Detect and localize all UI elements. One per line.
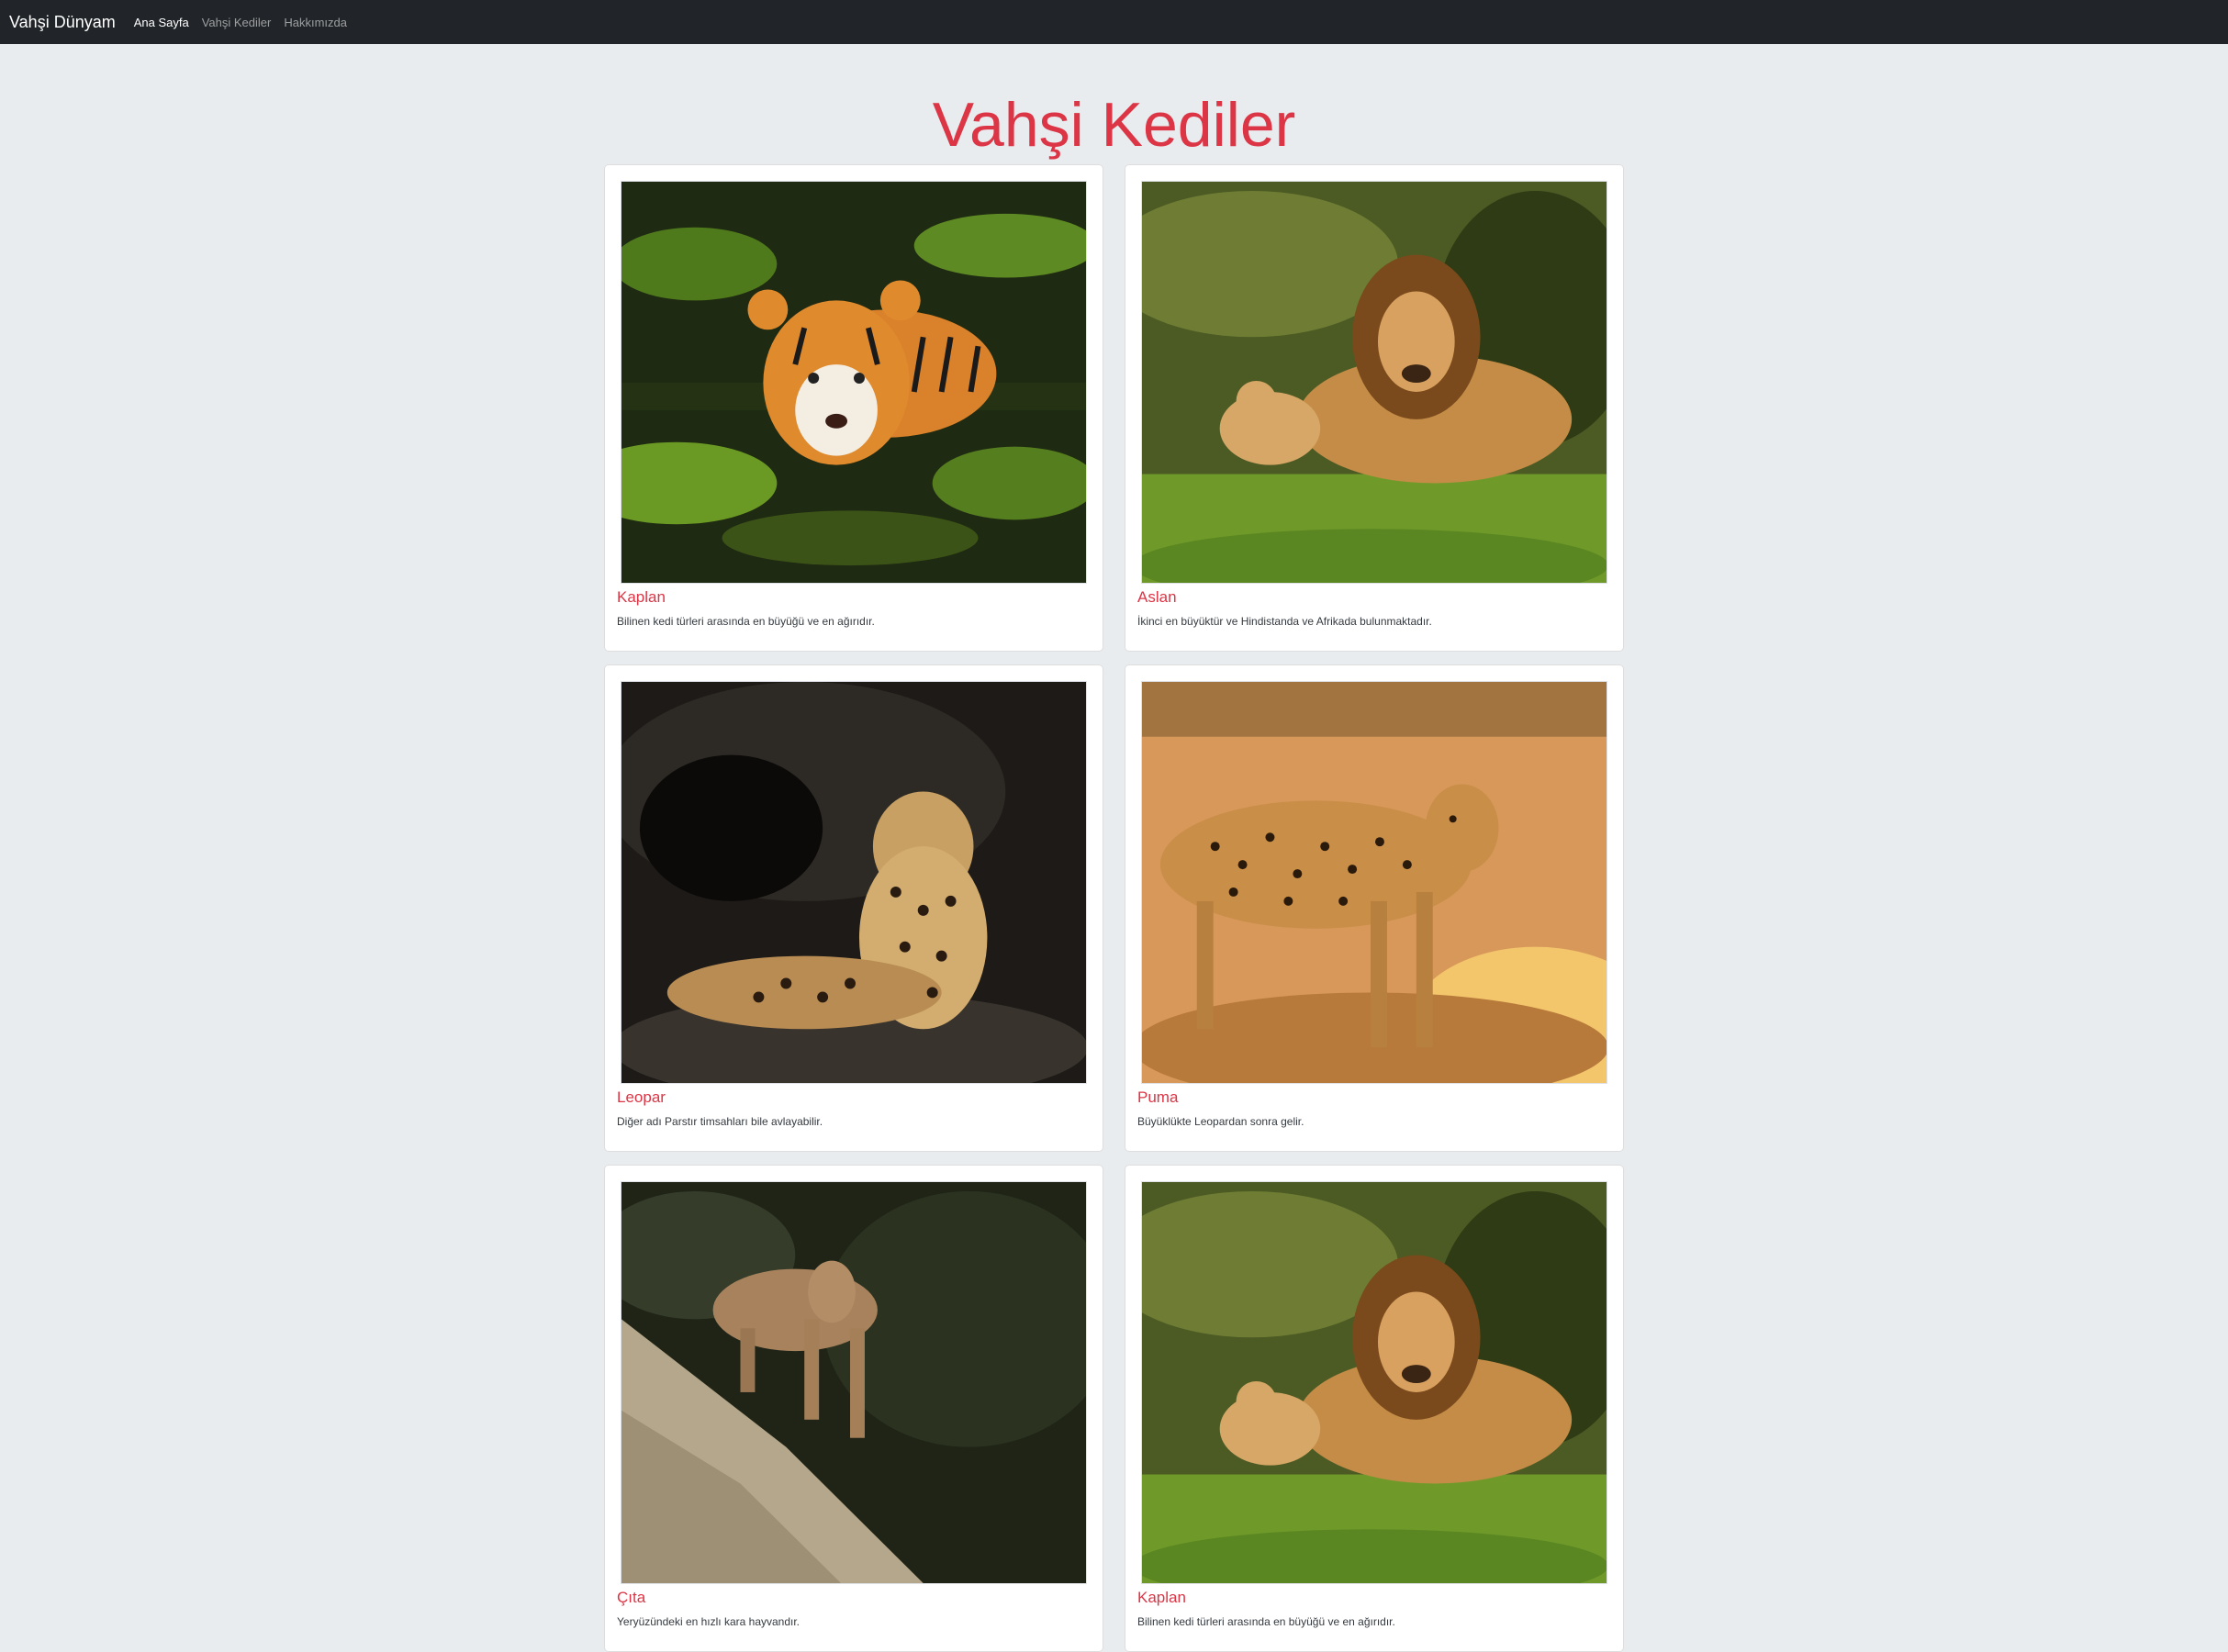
animal-card: Leopar Diğer adı Parstır timsahları bile…: [604, 664, 1103, 1152]
card-text: Diğer adı Parstır timsahları bile avlaya…: [617, 1115, 823, 1128]
lion-and-cub-image: [1141, 181, 1607, 584]
navbar-brand[interactable]: Vahşi Dünyam: [9, 13, 116, 32]
nav-link-wild-cats[interactable]: Vahşi Kediler: [202, 16, 272, 29]
card-text: İkinci en büyüktür ve Hindistanda ve Afr…: [1137, 615, 1432, 628]
animal-card: Kaplan Bilinen kedi türleri arasında en …: [604, 164, 1103, 652]
animal-card: Kaplan Bilinen kedi türleri arasında en …: [1125, 1165, 1624, 1652]
tiger-swimming-image: [621, 181, 1087, 584]
card-title[interactable]: Kaplan: [1137, 1589, 1186, 1607]
card-title[interactable]: Kaplan: [617, 588, 666, 607]
card-text: Büyüklükte Leopardan sonra gelir.: [1137, 1115, 1304, 1128]
card-title[interactable]: Puma: [1137, 1088, 1178, 1107]
card-text: Yeryüzündeki en hızlı kara hayvandır.: [617, 1615, 801, 1628]
card-text: Bilinen kedi türleri arasında en büyüğü …: [1137, 1615, 1395, 1628]
card-text: Bilinen kedi türleri arasında en büyüğü …: [617, 615, 875, 628]
navbar: Vahşi Dünyam Ana Sayfa Vahşi Kediler Hak…: [0, 0, 2228, 44]
cheetah-walking-image: [1141, 681, 1607, 1084]
card-title[interactable]: Çıta: [617, 1589, 645, 1607]
card-title[interactable]: Aslan: [1137, 588, 1177, 607]
animal-card: Aslan İkinci en büyüktür ve Hindistanda …: [1125, 164, 1624, 652]
nav-link-about[interactable]: Hakkımızda: [284, 16, 347, 29]
puma-on-rock-image: [621, 1181, 1087, 1584]
page-title: Vahşi Kediler: [932, 90, 1296, 160]
leopard-resting-image: [621, 681, 1087, 1084]
lion-and-cub-image: [1141, 1181, 1607, 1584]
animal-card: Puma Büyüklükte Leopardan sonra gelir.: [1125, 664, 1624, 1152]
card-title[interactable]: Leopar: [617, 1088, 666, 1107]
animal-card: Çıta Yeryüzündeki en hızlı kara hayvandı…: [604, 1165, 1103, 1652]
nav-link-home[interactable]: Ana Sayfa: [134, 16, 189, 29]
